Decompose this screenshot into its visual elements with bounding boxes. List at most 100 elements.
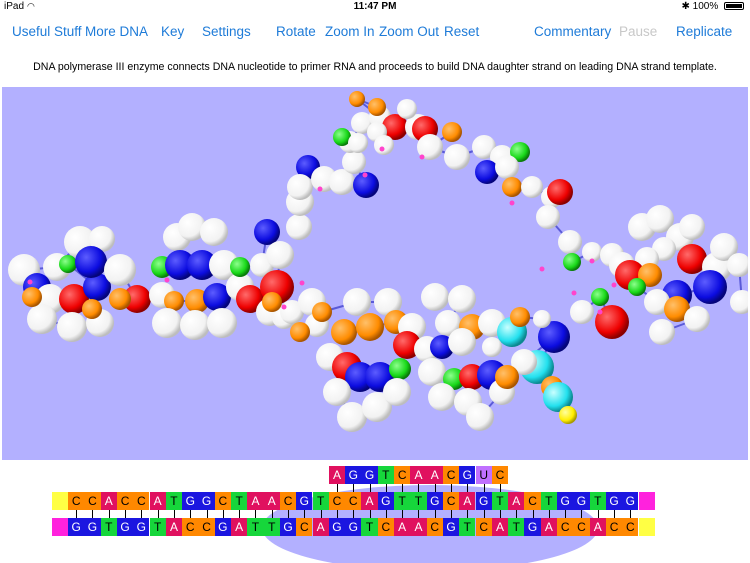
top-strand-base: G [475, 492, 492, 510]
top-strand-base: C [442, 492, 460, 510]
base-pair-bond [125, 510, 127, 518]
atom [374, 135, 394, 155]
atom [57, 312, 87, 342]
commentary-text: DNA polymerase III enzyme connects DNA n… [33, 61, 717, 73]
reset-button[interactable]: Reset [444, 24, 479, 39]
atom [152, 308, 182, 338]
atom [693, 270, 727, 304]
bottom-strand-base: A [312, 518, 329, 536]
atom [730, 290, 748, 314]
atom [383, 378, 411, 406]
atom-joint [27, 279, 33, 285]
atom [591, 288, 609, 306]
base-pair-bond [76, 510, 78, 518]
top-strand-base: T [231, 492, 248, 510]
bottom-strand-base: C [622, 518, 639, 536]
strand-end [51, 518, 68, 536]
bottom-strand-base: C [377, 518, 394, 536]
primer-base: C [491, 466, 509, 484]
base-pair-bond [402, 484, 404, 492]
molecule-viewport[interactable] [2, 87, 748, 460]
base-pair-bond [467, 484, 469, 492]
base-pair-bond [304, 510, 306, 518]
zoom-in-button[interactable]: Zoom In [325, 24, 375, 39]
bottom-strand-base: C [605, 518, 623, 536]
primer-base: T [377, 466, 394, 484]
atom [323, 378, 351, 406]
base-pair-bond [516, 510, 518, 518]
base-pair-bond [614, 510, 616, 518]
bottom-strand-base: A [231, 518, 248, 536]
primer-base: A [328, 466, 346, 484]
base-pair-bond [532, 510, 534, 518]
more-dna-button[interactable]: More DNA [85, 24, 148, 39]
base-pair-bond [353, 484, 355, 492]
status-time: 11:47 PM [353, 1, 397, 12]
atom-joint [299, 280, 305, 286]
primer-base: U [475, 466, 492, 484]
atom-joint [281, 304, 287, 310]
atom-joint [589, 258, 595, 264]
atom [254, 219, 280, 245]
top-strand-base: C [524, 492, 541, 510]
battery-percent: 100% [692, 1, 719, 12]
atom [442, 122, 462, 142]
base-pair-bond [336, 484, 338, 492]
base-pair-bond [271, 510, 273, 518]
top-strand-base: T [165, 492, 183, 510]
top-strand-base: A [361, 492, 378, 510]
settings-button[interactable]: Settings [202, 24, 251, 39]
atom [684, 306, 710, 332]
bottom-strand-base: G [68, 518, 85, 536]
primer-base: G [459, 466, 476, 484]
top-strand-base: G [198, 492, 215, 510]
atom [290, 322, 310, 342]
atom [200, 218, 228, 246]
base-pair-bond [630, 510, 632, 518]
atom [349, 91, 365, 107]
top-strand-base: T [312, 492, 329, 510]
replicate-button[interactable]: Replicate [676, 24, 732, 39]
base-pair-bond [483, 484, 485, 492]
bottom-strand-base: T [263, 518, 280, 536]
base-pair-bond [320, 510, 322, 518]
zoom-out-button[interactable]: Zoom Out [379, 24, 439, 39]
top-strand-base: T [410, 492, 427, 510]
battery-icon [724, 2, 744, 10]
bottom-strand-base: T [508, 518, 525, 536]
primer-base: A [410, 466, 427, 484]
bottom-strand-base: T [247, 518, 264, 536]
base-pair-bond [222, 510, 224, 518]
bottom-strand-base: G [279, 518, 297, 536]
atom [559, 406, 577, 424]
atom [397, 99, 417, 119]
primer-base: C [442, 466, 460, 484]
base-pair-bond [206, 510, 208, 518]
atom [312, 302, 332, 322]
rotate-button[interactable]: Rotate [276, 24, 316, 39]
base-pair-bond [353, 510, 355, 518]
commentary-button[interactable]: Commentary [534, 24, 611, 39]
bottom-strand-base: A [491, 518, 509, 536]
top-strand-base: T [491, 492, 509, 510]
bottom-strand-base: C [296, 518, 313, 536]
status-bar: iPad ◠ 11:47 PM ✱ 100% [0, 0, 750, 14]
atom [104, 254, 136, 286]
top-strand-base: C [68, 492, 85, 510]
atom [266, 241, 294, 269]
bottom-strand-base: A [394, 518, 411, 536]
bluetooth-icon: ✱ [681, 1, 690, 12]
top-strand-base: C [328, 492, 346, 510]
key-button[interactable]: Key [161, 24, 184, 39]
atom [495, 155, 519, 179]
primer-base: A [426, 466, 443, 484]
top-strand-base: C [345, 492, 362, 510]
atom [649, 319, 675, 345]
base-pair-bond [369, 484, 371, 492]
atom-joint [539, 266, 545, 272]
top-strand-base: C [84, 492, 101, 510]
atom [348, 133, 368, 153]
base-pair-bond [597, 510, 599, 518]
useful-stuff-button[interactable]: Useful Stuff [12, 24, 82, 39]
atom [343, 288, 371, 316]
